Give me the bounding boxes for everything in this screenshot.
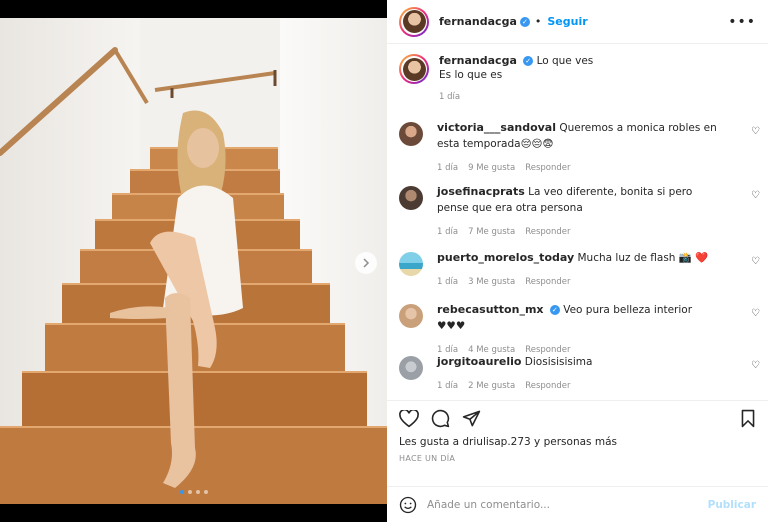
verified-badge-icon: ✓	[549, 305, 560, 315]
caption-text: Lo que ves	[536, 55, 594, 67]
post-timestamp[interactable]: HACE UN DÍA	[387, 448, 768, 463]
post-header: fernandacga ✓ • Seguir •••	[387, 0, 768, 44]
follow-button[interactable]: Seguir	[547, 15, 587, 28]
commenter-username[interactable]: josefinacprats	[437, 185, 525, 198]
comment-item: victoria___sandoval Queremos a monica ro…	[387, 120, 768, 176]
comment-item: jorgitoaurelio Diosisisisima 1 día 2 Me …	[387, 354, 768, 394]
comment-text: Diosisisisima	[524, 356, 593, 368]
add-comment-bar: Publicar	[387, 486, 768, 522]
commenter-username[interactable]: victoria___sandoval	[437, 121, 556, 134]
reply-button[interactable]: Responder	[525, 224, 570, 240]
like-heart-icon[interactable]	[399, 409, 419, 428]
comment-item: rebecasutton_mx ✓ Veo pura belleza inter…	[387, 302, 768, 358]
post-sidebar: fernandacga ✓ • Seguir ••• fernandacga ✓…	[387, 0, 768, 522]
comment-time[interactable]: 1 día	[437, 274, 458, 290]
verified-badge-icon: ✓	[523, 56, 534, 66]
commenter-avatar[interactable]	[399, 356, 423, 380]
save-bookmark-icon[interactable]	[740, 409, 756, 428]
comment-time[interactable]: 1 día	[437, 224, 458, 240]
caption-time[interactable]: 1 día	[439, 90, 460, 104]
share-paper-plane-icon[interactable]	[462, 409, 481, 428]
carousel-dot	[179, 490, 184, 494]
comment-bubble-icon[interactable]	[431, 409, 450, 428]
carousel-dot	[203, 490, 208, 494]
comment-input[interactable]	[427, 498, 708, 511]
author-username[interactable]: fernandacga	[439, 54, 517, 67]
caption-text: Es lo que es	[439, 69, 503, 81]
carousel-indicator	[0, 490, 387, 494]
like-comment-heart-icon[interactable]: ♡	[751, 126, 760, 137]
comment-likes[interactable]: 3 Me gusta	[468, 274, 515, 290]
likes-summary[interactable]: Les gusta a driulisap.273 y personas más	[387, 428, 768, 448]
reply-button[interactable]: Responder	[525, 378, 570, 394]
like-comment-heart-icon[interactable]: ♡	[751, 308, 760, 319]
like-comment-heart-icon[interactable]: ♡	[751, 190, 760, 201]
post-actions: Les gusta a driulisap.273 y personas más…	[387, 400, 768, 522]
comment-text: Mucha luz de flash 📸 ❤️	[577, 252, 709, 264]
carousel-dot	[187, 490, 192, 494]
separator: •	[534, 15, 542, 28]
comments-list: fernandacga ✓ Lo que ves Es lo que es 1 …	[387, 44, 768, 400]
comment-item: josefinacprats La veo diferente, bonita …	[387, 184, 768, 240]
emoji-smiley-icon[interactable]	[399, 496, 417, 514]
commenter-avatar[interactable]	[399, 122, 423, 146]
comment-likes[interactable]: 7 Me gusta	[468, 224, 515, 240]
author-avatar[interactable]	[399, 6, 429, 37]
more-options-icon[interactable]: •••	[728, 14, 756, 30]
verified-badge-icon: ✓	[519, 16, 530, 27]
publish-button[interactable]: Publicar	[708, 499, 756, 511]
like-comment-heart-icon[interactable]: ♡	[751, 256, 760, 267]
reply-button[interactable]: Responder	[525, 160, 570, 176]
comment-time[interactable]: 1 día	[437, 378, 458, 394]
comment-time[interactable]: 1 día	[437, 160, 458, 176]
commenter-username[interactable]: puerto_morelos_today	[437, 251, 574, 264]
comment-likes[interactable]: 9 Me gusta	[468, 160, 515, 176]
commenter-avatar[interactable]	[399, 304, 423, 328]
commenter-username[interactable]: rebecasutton_mx	[437, 303, 544, 316]
commenter-avatar[interactable]	[399, 186, 423, 210]
staircase-photo	[0, 47, 387, 504]
commenter-avatar[interactable]	[399, 252, 423, 276]
author-avatar[interactable]	[399, 54, 429, 84]
commenter-username[interactable]: jorgitoaurelio	[437, 355, 521, 368]
like-comment-heart-icon[interactable]: ♡	[751, 360, 760, 371]
comment-likes[interactable]: 2 Me gusta	[468, 378, 515, 394]
reply-button[interactable]: Responder	[525, 274, 570, 290]
post-caption: fernandacga ✓ Lo que ves Es lo que es 1 …	[387, 44, 768, 104]
next-slide-button[interactable]	[355, 252, 377, 274]
carousel-dot	[195, 490, 200, 494]
chevron-right-icon	[363, 258, 370, 268]
post-media[interactable]	[0, 18, 387, 504]
author-username[interactable]: fernandacga	[439, 15, 517, 28]
comment-item: puerto_morelos_today Mucha luz de flash …	[387, 250, 768, 290]
